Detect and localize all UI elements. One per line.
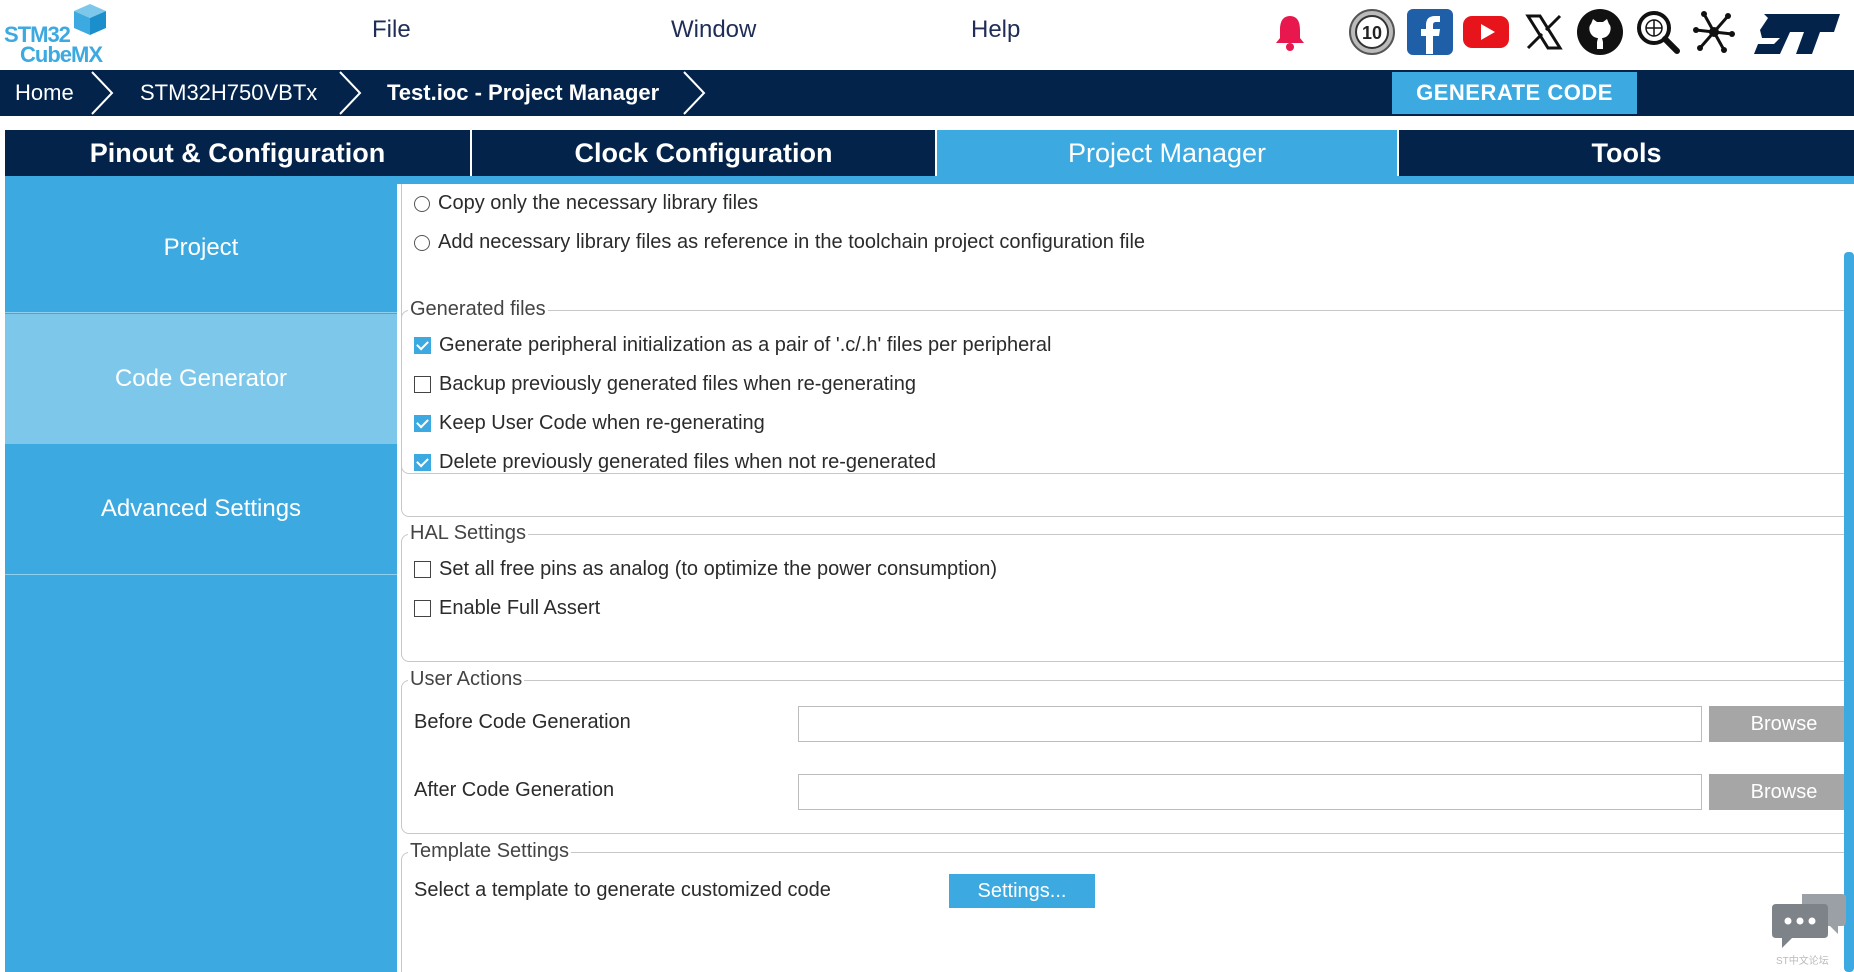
code-generator-panel: Copy only the necessary library files Ad…	[398, 184, 1844, 972]
checkbox[interactable]	[414, 561, 431, 578]
generate-code-button[interactable]: GENERATE CODE	[1392, 72, 1637, 114]
radio-button[interactable]	[414, 234, 430, 251]
menu-window[interactable]: Window	[671, 16, 756, 44]
menu-bar: STM32 CubeMX File Window Help 10	[0, 0, 1854, 70]
anniversary-10-icon[interactable]: 10	[1348, 8, 1396, 56]
checkbox[interactable]	[414, 600, 431, 617]
checkbox[interactable]	[414, 376, 431, 393]
after-code-generation-input[interactable]	[798, 774, 1702, 810]
x-icon[interactable]	[1520, 8, 1568, 56]
checkbox-row[interactable]: Set all free pins as analog (to optimize…	[414, 558, 997, 581]
radio-row[interactable]: Add necessary library files as reference…	[414, 231, 1145, 254]
svg-text:10: 10	[1362, 23, 1382, 43]
template-description: Select a template to generate customized…	[414, 879, 831, 902]
sidebar: Project Code Generator Advanced Settings	[5, 184, 397, 972]
template-settings-group: Template Settings Select a template to g…	[401, 840, 1844, 972]
network-icon[interactable]	[1690, 8, 1738, 56]
stm32cubemx-logo: STM32 CubeMX	[2, 2, 112, 67]
template-text: Select a template to generate customized…	[414, 879, 831, 901]
logo-text-cubemx: CubeMX	[20, 42, 103, 67]
sidebar-item-project[interactable]: Project	[5, 184, 397, 312]
checkbox-label: Enable Full Assert	[439, 597, 601, 619]
group-legend: HAL Settings	[408, 522, 528, 545]
checkbox-row[interactable]: Keep User Code when re-generating	[414, 412, 765, 435]
forum-caption: ST中文论坛	[1776, 956, 1829, 967]
after-code-generation-label: After Code Generation	[414, 779, 614, 802]
radio-label: Copy only the necessary library files	[438, 192, 759, 214]
radio-button[interactable]	[414, 195, 430, 212]
group-legend: User Actions	[408, 668, 525, 691]
before-code-generation-label: Before Code Generation	[414, 711, 631, 734]
tab-pinout-configuration[interactable]: Pinout & Configuration	[5, 130, 470, 176]
field-label: Before Code Generation	[414, 711, 631, 733]
tab-underline	[5, 176, 1854, 184]
checkbox-row[interactable]: Backup previously generated files when r…	[414, 373, 916, 396]
checkbox-label: Delete previously generated files when n…	[439, 451, 936, 473]
menu-file[interactable]: File	[372, 16, 411, 44]
checkbox[interactable]	[414, 415, 431, 432]
hal-settings-group: HAL Settings Set all free pins as analog…	[401, 522, 1844, 662]
checkbox-row[interactable]: Enable Full Assert	[414, 597, 600, 620]
tab-clock-configuration[interactable]: Clock Configuration	[472, 130, 935, 176]
forum-chat-icon[interactable]	[1772, 888, 1848, 958]
field-label: After Code Generation	[414, 779, 615, 801]
github-icon[interactable]	[1576, 8, 1624, 56]
radio-label: Add necessary library files as reference…	[438, 231, 1146, 253]
bell-icon[interactable]	[1272, 12, 1308, 52]
checkbox-label: Backup previously generated files when r…	[439, 373, 916, 395]
menu-help[interactable]: Help	[971, 16, 1020, 44]
sidebar-divider	[5, 312, 397, 313]
breadcrumb-project[interactable]: Test.ioc - Project Manager	[387, 80, 659, 106]
checkbox-label: Set all free pins as analog (to optimize…	[439, 558, 998, 580]
checkbox[interactable]	[414, 454, 431, 471]
facebook-icon[interactable]	[1406, 8, 1454, 56]
sidebar-divider	[5, 574, 397, 575]
generated-files-group: Generated files Generate peripheral init…	[401, 298, 1844, 517]
chevron-right-icon	[91, 71, 114, 115]
st-logo-icon[interactable]	[1750, 8, 1842, 56]
checkbox-label: Generate peripheral initialization as a …	[439, 334, 1052, 356]
checkbox[interactable]	[414, 337, 431, 354]
sidebar-item-advanced-settings[interactable]: Advanced Settings	[5, 444, 397, 574]
radio-row[interactable]: Copy only the necessary library files	[414, 192, 758, 215]
before-code-generation-input[interactable]	[798, 706, 1702, 742]
after-browse-button[interactable]: Browse	[1709, 774, 1844, 810]
sidebar-item-code-generator[interactable]: Code Generator	[5, 314, 397, 444]
group-legend: Template Settings	[408, 840, 571, 863]
group-legend: Generated files	[408, 298, 548, 321]
chevron-right-icon	[683, 71, 706, 115]
chevron-right-icon	[339, 71, 362, 115]
tab-project-manager[interactable]: Project Manager	[937, 130, 1397, 176]
main-tabs: Pinout & Configuration Clock Configurati…	[5, 130, 1854, 176]
scrollbar-thumb[interactable]	[1844, 252, 1854, 972]
cube-logo-icon	[74, 4, 106, 35]
breadcrumb-device[interactable]: STM32H750VBTx	[140, 80, 317, 106]
search-globe-icon[interactable]	[1634, 8, 1682, 56]
youtube-icon[interactable]	[1462, 8, 1510, 56]
tab-tools[interactable]: Tools	[1399, 130, 1854, 176]
template-settings-button[interactable]: Settings...	[949, 874, 1095, 908]
user-actions-group: User Actions Before Code Generation Brow…	[401, 668, 1844, 834]
checkbox-row[interactable]: Generate peripheral initialization as a …	[414, 334, 1051, 357]
checkbox-row[interactable]: Delete previously generated files when n…	[414, 451, 936, 474]
before-browse-button[interactable]: Browse	[1709, 706, 1844, 742]
checkbox-label: Keep User Code when re-generating	[439, 412, 765, 434]
breadcrumb-home[interactable]: Home	[15, 80, 74, 106]
